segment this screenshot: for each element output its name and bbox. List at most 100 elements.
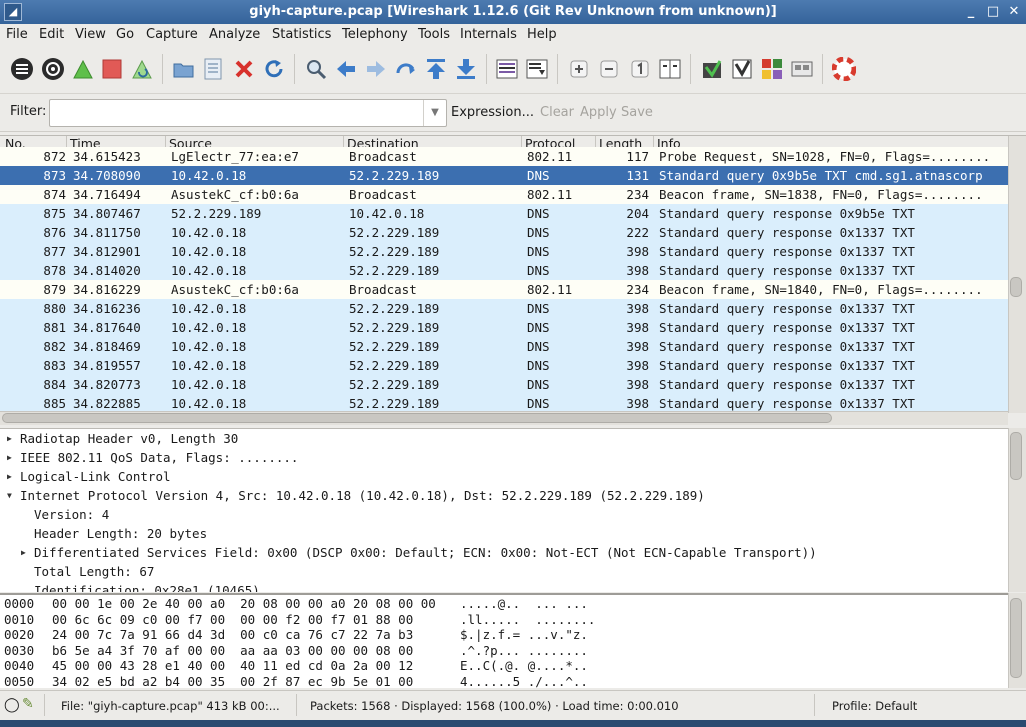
back-icon[interactable] xyxy=(333,56,359,82)
menu-telephony[interactable]: Telephony xyxy=(342,27,408,42)
expand-icon[interactable]: ▶ xyxy=(7,453,12,462)
packet-cell-info: Standard query response 0x1337 TXT xyxy=(659,301,915,316)
packet-row[interactable]: 883 34.819557 10.42.0.18 52.2.229.189 DNS 398… xyxy=(0,356,1010,375)
menu-capture[interactable]: Capture xyxy=(146,27,198,42)
expand-icon[interactable]: ▶ xyxy=(7,472,12,481)
packet-cell-no: 880 xyxy=(43,301,66,316)
bytes-ascii: .^.?p... ........ xyxy=(460,642,588,658)
detail-tree-item[interactable]: IEEE 802.11 QoS Data, Flags: ........ xyxy=(20,448,298,467)
expand-icon[interactable]: ▶ xyxy=(7,434,12,443)
save-filter-button[interactable]: Save xyxy=(621,105,653,120)
packet-row[interactable]: 877 34.812901 10.42.0.18 52.2.229.189 DNS 398… xyxy=(0,242,1010,261)
packet-cell-src: 52.2.229.189 xyxy=(171,206,262,221)
detail-tree-item[interactable]: Identification: 0x28e1 (10465) xyxy=(34,581,260,592)
packet-cell-proto: DNS xyxy=(527,206,550,221)
zoom-in-icon[interactable] xyxy=(566,56,592,82)
packet-row-selected[interactable]: 873 34.708090 10.42.0.18 52.2.229.189 DNS 131… xyxy=(0,166,1010,185)
packet-cell-dst: 52.2.229.189 xyxy=(349,244,440,259)
window-title: giyh-capture.pcap [Wireshark 1.12.6 (Git… xyxy=(249,4,777,19)
resize-columns-icon[interactable] xyxy=(657,56,683,82)
packet-row[interactable]: 878 34.814020 10.42.0.18 52.2.229.189 DNS 398… xyxy=(0,261,1010,280)
toolbar-separator xyxy=(294,54,295,84)
colorize-icon[interactable] xyxy=(494,56,520,82)
menu-file[interactable]: File xyxy=(6,27,28,42)
display-filters-icon[interactable] xyxy=(729,56,755,82)
packet-cell-proto: DNS xyxy=(527,225,550,240)
bytes-ascii: .....@.. ... ... xyxy=(460,596,588,611)
detail-tree-item[interactable]: Internet Protocol Version 4, Src: 10.42.… xyxy=(0,486,1008,505)
close-file-icon[interactable] xyxy=(231,56,257,82)
packet-list-hscroll-thumb[interactable] xyxy=(2,413,832,423)
coloring-rules-icon[interactable] xyxy=(759,56,785,82)
status-profile[interactable]: Profile: Default xyxy=(832,699,917,713)
zoom-out-icon[interactable] xyxy=(596,56,622,82)
minimize-button[interactable]: _ xyxy=(962,4,980,20)
forward-icon[interactable] xyxy=(363,56,389,82)
expert-info-icon[interactable]: ◯ xyxy=(4,697,20,713)
packet-list-scroll-thumb[interactable] xyxy=(1010,277,1022,297)
details-scroll-thumb[interactable] xyxy=(1010,432,1022,480)
packet-cell-len: 204 xyxy=(626,206,649,221)
menu-internals[interactable]: Internals xyxy=(460,27,517,42)
autoscroll-icon[interactable] xyxy=(524,56,550,82)
packet-bytes-pane[interactable]: 0000 00 00 1e 00 2e 40 00 a0 20 08 00 00 … xyxy=(0,593,1008,688)
goto-packet-icon[interactable] xyxy=(393,56,419,82)
last-packet-icon[interactable] xyxy=(453,56,479,82)
start-capture-icon[interactable] xyxy=(70,56,96,82)
capture-comment-icon[interactable]: ✎ xyxy=(22,696,34,712)
menu-view[interactable]: View xyxy=(75,27,106,42)
packet-row[interactable]: 879 34.816229 AsustekC_cf:b0:6a Broadcast 80… xyxy=(0,280,1010,299)
close-window-button[interactable]: ✕ xyxy=(1005,4,1023,20)
detail-tree-item[interactable]: Header Length: 20 bytes xyxy=(34,524,207,543)
reload-icon[interactable] xyxy=(261,56,287,82)
menu-analyze[interactable]: Analyze xyxy=(209,27,260,42)
bytes-scroll-thumb[interactable] xyxy=(1010,598,1022,678)
interfaces-icon[interactable] xyxy=(9,56,35,82)
first-packet-icon[interactable] xyxy=(423,56,449,82)
detail-tree-item[interactable]: Version: 4 xyxy=(34,505,109,524)
packet-cell-no: 882 xyxy=(43,339,66,354)
options-icon[interactable] xyxy=(40,56,66,82)
find-icon[interactable] xyxy=(303,56,329,82)
open-file-icon[interactable] xyxy=(171,56,197,82)
detail-tree-item[interactable]: Total Length: 67 xyxy=(34,562,154,581)
packet-details-pane[interactable]: ▶ Radiotap Header v0, Length 30 ▶ IEEE 802.… xyxy=(0,428,1008,592)
menu-edit[interactable]: Edit xyxy=(39,27,64,42)
preferences-icon[interactable] xyxy=(789,56,815,82)
display-filter-input[interactable] xyxy=(49,99,447,127)
packet-row[interactable]: 882 34.818469 10.42.0.18 52.2.229.189 DNS 398… xyxy=(0,337,1010,356)
packet-row[interactable]: 875 34.807467 52.2.229.189 10.42.0.18 DNS 204… xyxy=(0,204,1010,223)
expression-button[interactable]: Expression... xyxy=(451,105,534,120)
save-file-icon[interactable] xyxy=(200,56,226,82)
help-icon[interactable] xyxy=(831,56,857,82)
detail-tree-item[interactable]: Logical-Link Control xyxy=(20,467,171,486)
menu-help[interactable]: Help xyxy=(527,27,557,42)
packet-cell-src: 10.42.0.18 xyxy=(171,168,247,183)
bytes-offset: 0020 xyxy=(4,627,35,642)
packet-row[interactable]: 872 34.615423 LgElectr_77:ea:e7 Broadcast 80… xyxy=(0,147,1010,166)
restart-capture-icon[interactable] xyxy=(129,56,155,82)
packet-row[interactable]: 881 34.817640 10.42.0.18 52.2.229.189 DNS 398… xyxy=(0,318,1010,337)
packet-cell-no: 874 xyxy=(43,187,66,202)
capture-filters-icon[interactable] xyxy=(699,56,725,82)
filter-history-dropdown[interactable]: ▼ xyxy=(423,100,446,126)
packet-cell-src: 10.42.0.18 xyxy=(171,263,247,278)
normal-size-icon[interactable] xyxy=(627,56,653,82)
packet-list-scrollbar[interactable] xyxy=(1008,136,1026,413)
menu-go[interactable]: Go xyxy=(116,27,134,42)
packet-row[interactable]: 880 34.816236 10.42.0.18 52.2.229.189 DNS 398… xyxy=(0,299,1010,318)
packet-list[interactable]: No. Time Source Destination Protocol Len… xyxy=(0,135,1026,413)
menu-statistics[interactable]: Statistics xyxy=(272,27,331,42)
menu-tools[interactable]: Tools xyxy=(418,27,450,42)
packet-row[interactable]: 874 34.716494 AsustekC_cf:b0:6a Broadcast 80… xyxy=(0,185,1010,204)
apply-button[interactable]: Apply xyxy=(580,105,617,120)
maximize-button[interactable]: □ xyxy=(984,4,1002,20)
packet-row[interactable]: 876 34.811750 10.42.0.18 52.2.229.189 DNS 222… xyxy=(0,223,1010,242)
expand-icon[interactable]: ▶ xyxy=(21,548,26,557)
clear-button[interactable]: Clear xyxy=(540,105,574,120)
detail-tree-item[interactable]: Radiotap Header v0, Length 30 xyxy=(20,429,238,448)
detail-tree-item[interactable]: Differentiated Services Field: 0x00 (DSC… xyxy=(34,543,817,562)
packet-cell-src: 10.42.0.18 xyxy=(171,244,247,259)
packet-row[interactable]: 884 34.820773 10.42.0.18 52.2.229.189 DNS 398… xyxy=(0,375,1010,394)
stop-capture-icon[interactable] xyxy=(99,56,125,82)
